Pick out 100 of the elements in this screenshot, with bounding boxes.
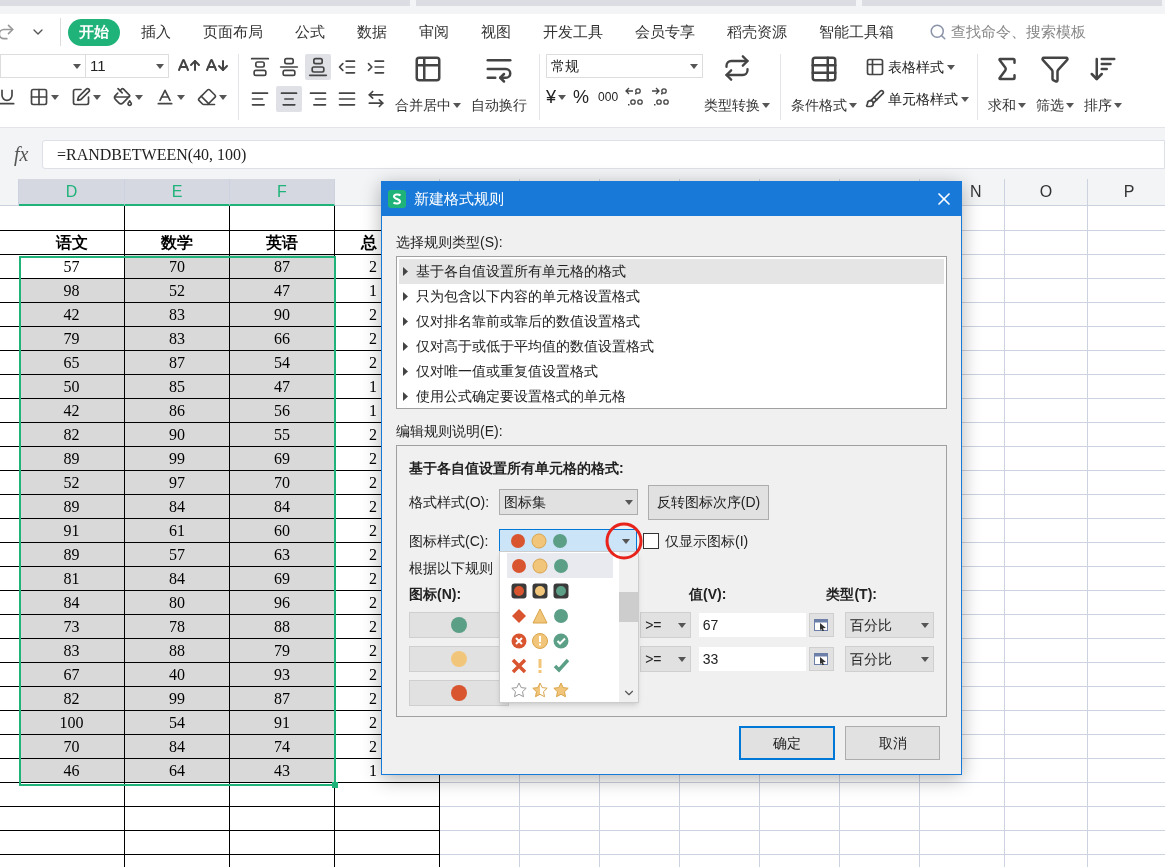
currency-button[interactable]: ¥ (546, 84, 566, 110)
expand-icon (403, 392, 408, 401)
column-header[interactable]: O (1005, 179, 1088, 206)
number-format-select[interactable]: 常规 (546, 54, 703, 78)
table-cell: 42 (19, 303, 125, 327)
scroll-thumb[interactable] (619, 592, 638, 622)
font-color-icon (155, 87, 175, 107)
rule-type-item[interactable]: 基于各自值设置所有单元格的格式 (399, 259, 944, 284)
increase-indent-icon (366, 57, 386, 77)
search-field[interactable]: 查找命令、搜索模板 (929, 20, 1086, 44)
merge-center-button[interactable]: 合并居中 (391, 54, 465, 116)
type-select[interactable]: 百分比 (844, 612, 934, 638)
icon-select[interactable] (409, 680, 509, 706)
table-cell: 40 (125, 663, 230, 687)
icon-style-select[interactable] (499, 528, 637, 554)
caret-icon (849, 103, 857, 108)
table-cell: 73 (19, 615, 125, 639)
wrap-text-button[interactable]: 自动换行 (467, 54, 531, 116)
distribute-icon (366, 89, 386, 109)
expand-icon (403, 267, 408, 276)
format-style-select[interactable]: 图标集 (499, 489, 638, 515)
expand-icon (403, 317, 408, 326)
menu-tab[interactable]: 稻壳资源 (716, 18, 798, 46)
caret-icon (219, 94, 227, 100)
convert-type-button[interactable]: 类型转换 (700, 54, 774, 116)
caret-icon (762, 103, 770, 108)
scrollbar[interactable] (619, 552, 638, 702)
type-column-label: 类型(T): (826, 584, 877, 604)
menu-tab[interactable]: 页面布局 (192, 18, 274, 46)
fill-color-icon (113, 87, 133, 107)
checkbox[interactable] (643, 533, 659, 549)
menu-tab[interactable]: 公式 (284, 18, 336, 46)
column-heading-cell: 语文 (19, 231, 125, 255)
fill-handle[interactable] (332, 782, 338, 788)
font-name-field[interactable] (0, 54, 86, 78)
table-cell: 96 (230, 591, 335, 615)
cancel-button[interactable]: 取消 (845, 726, 940, 760)
menu-tab[interactable]: 视图 (470, 18, 522, 46)
value-field[interactable]: 33 (698, 647, 806, 671)
filter-button[interactable]: 筛选 (1032, 54, 1078, 116)
menu-tab[interactable]: 数据 (346, 18, 398, 46)
filter-icon (1040, 54, 1070, 84)
align-left-icon (250, 89, 270, 109)
table-cell: 87 (125, 351, 230, 375)
search-icon (929, 23, 947, 41)
table-cell: 81 (19, 567, 125, 591)
dialog-title: 新建格式规则 (414, 188, 504, 209)
redo-icon[interactable] (0, 22, 16, 42)
decrease-indent-icon (337, 57, 357, 77)
table-cell: 61 (125, 519, 230, 543)
table-cell: 82 (19, 687, 125, 711)
table-cell: 93 (230, 663, 335, 687)
menu-tab[interactable]: 插入 (130, 18, 182, 46)
expand-icon (403, 292, 408, 301)
type-select[interactable]: 百分比 (844, 646, 934, 672)
conditional-format-icon (809, 54, 839, 84)
value-field[interactable]: 67 (698, 613, 806, 637)
menu-tab[interactable]: 会员专享 (624, 18, 706, 46)
table-cell: 89 (19, 543, 125, 567)
expand-icon (403, 342, 408, 351)
operator-select[interactable]: >= (640, 646, 691, 672)
caret-icon (93, 94, 101, 100)
table-cell: 60 (230, 519, 335, 543)
align-center-button[interactable] (276, 86, 302, 112)
font-size-field[interactable]: 11 (85, 54, 169, 78)
cell-style-button[interactable]: 单元格样式 (865, 86, 969, 112)
sum-button[interactable]: 求和 (984, 54, 1030, 116)
column-header[interactable]: P (1088, 179, 1165, 206)
table-cell: 56 (230, 399, 335, 423)
formula-field[interactable]: =RANDBETWEEN(40, 100) (42, 140, 1165, 169)
table-cell: 63 (230, 543, 335, 567)
table-cell: 50 (19, 375, 125, 399)
caret-icon (177, 94, 185, 100)
caret-icon (558, 94, 566, 100)
table-cell: 65 (19, 351, 125, 375)
reverse-order-button[interactable]: 反转图标次序(D) (648, 484, 769, 520)
sort-button[interactable]: 排序 (1080, 54, 1126, 116)
rule-type-list[interactable]: 基于各自值设置所有单元格的格式 只为包含以下内容的单元格设置格式 仅对排名靠前或靠后的数值设置格式 仅对高于或低于平均值的数值设置格式 仅对唯一值或重复值设置格式 使用公式确定要设置格式的单元格 (396, 256, 947, 409)
operator-select[interactable]: >= (640, 612, 691, 638)
caret-icon (961, 96, 969, 102)
align-center-icon (279, 89, 299, 109)
ok-button[interactable]: 确定 (739, 726, 835, 760)
table-cell: 42 (19, 399, 125, 423)
merge-center-icon (413, 54, 443, 84)
table-cell: 57 (125, 543, 230, 567)
range-picker-button[interactable] (808, 613, 834, 637)
range-picker-button[interactable] (808, 647, 834, 671)
percent-button[interactable]: % (570, 84, 593, 110)
underline-icon (0, 87, 17, 107)
menu-tab[interactable]: 审阅 (408, 18, 460, 46)
thousands-button[interactable]: 000 (596, 84, 621, 110)
conditional-format-button[interactable]: 条件格式 (787, 54, 861, 116)
table-cell: 90 (230, 303, 335, 327)
menu-tab[interactable]: 智能工具箱 (808, 18, 905, 46)
align-bottom-button[interactable] (305, 54, 331, 80)
table-cell: 85 (125, 375, 230, 399)
table-cell: 91 (19, 519, 125, 543)
function-label[interactable]: fx (14, 140, 42, 168)
table-style-button[interactable]: 表格样式 (865, 54, 969, 80)
menu-tab[interactable]: 开发工具 (532, 18, 614, 46)
